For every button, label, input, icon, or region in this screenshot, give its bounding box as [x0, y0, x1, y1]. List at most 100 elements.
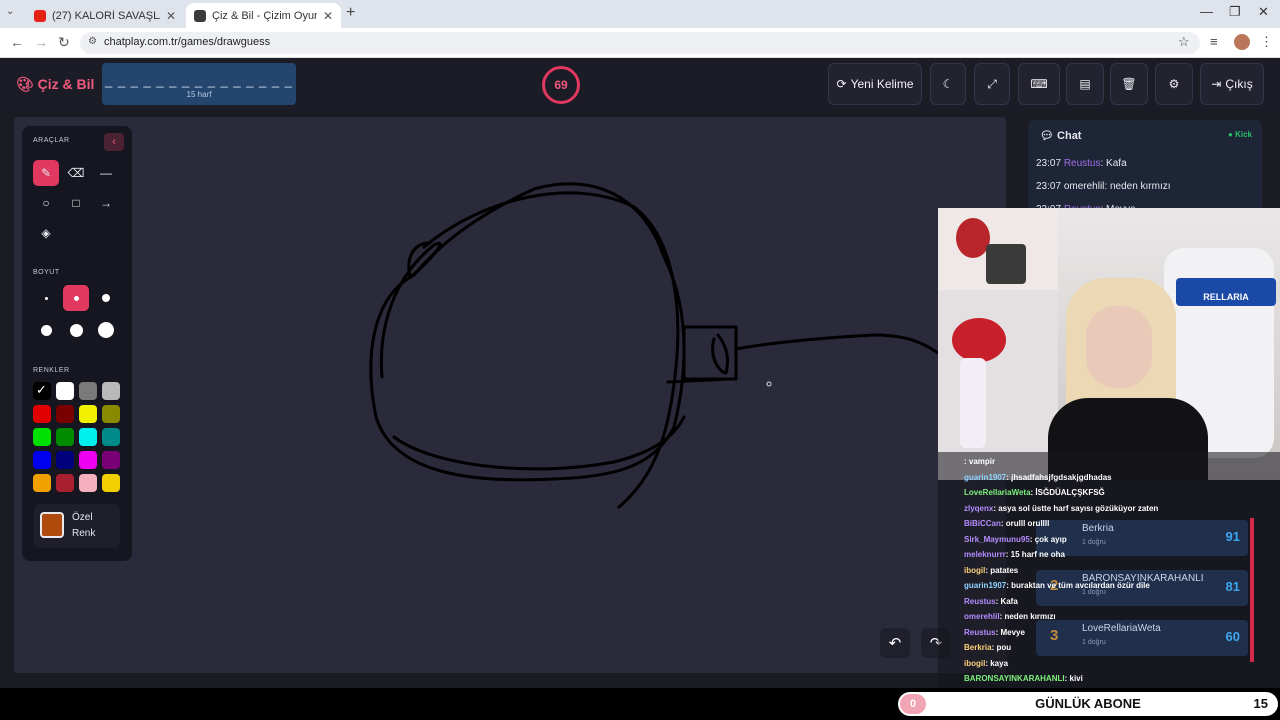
- back-icon[interactable]: ←: [10, 34, 24, 50]
- leaderboard-row: 3 LoveRellariaWeta 1 doğru 60: [1036, 620, 1248, 656]
- drawing-strokes: [369, 182, 946, 509]
- color-swatch[interactable]: [102, 451, 120, 469]
- close-tab-icon[interactable]: ✕: [323, 9, 333, 23]
- size-xl[interactable]: [63, 317, 89, 343]
- archive-button[interactable]: ▤: [1066, 63, 1104, 105]
- check-icon: ✓: [36, 382, 47, 397]
- size-xs[interactable]: [33, 285, 59, 311]
- url-field[interactable]: ⚙ chatplay.com.tr/games/drawguess: [80, 32, 1200, 54]
- fullscreen-button[interactable]: ⤢: [974, 63, 1010, 105]
- color-swatch[interactable]: [33, 474, 51, 492]
- color-swatch[interactable]: [102, 382, 120, 400]
- gear-icon: ⚙: [1168, 77, 1180, 91]
- browser-menu-icon[interactable]: ⋮: [1260, 34, 1273, 50]
- rectangle-tool[interactable]: □: [63, 190, 89, 216]
- moon-icon: ☾: [942, 77, 954, 91]
- tab-drawguess[interactable]: Çiz & Bil - Çizim Oyunu ✕: [186, 3, 341, 28]
- app-logo: 🎨︎ Çiz & Bil: [16, 76, 95, 92]
- undo-button[interactable]: ↶: [880, 628, 910, 658]
- dark-mode-button[interactable]: ☾: [930, 63, 966, 105]
- reload-icon[interactable]: ↻: [58, 34, 70, 51]
- close-window-button[interactable]: ✕: [1258, 4, 1269, 20]
- colors-heading: RENKLER: [33, 367, 70, 374]
- new-word-button[interactable]: ⟳ Yeni Kelime: [828, 63, 922, 105]
- paint-bucket-icon: ◈: [41, 226, 51, 240]
- eraser-tool[interactable]: ⌫: [63, 160, 89, 186]
- color-swatch[interactable]: [33, 405, 51, 423]
- tab-title: (27) KALORİ SAVAŞLARI! - YouTube: [52, 9, 160, 22]
- color-swatch[interactable]: [56, 382, 74, 400]
- site-info-icon[interactable]: ⚙: [88, 36, 97, 47]
- size-xxl[interactable]: [93, 317, 119, 343]
- size-sm[interactable]: [63, 285, 89, 311]
- forward-icon[interactable]: →: [34, 34, 48, 50]
- eraser-icon: ⌫: [67, 166, 85, 180]
- overlay-chat-message: LoveRellariaWeta: İSĞDÜALÇŞKFSĞ: [964, 488, 1105, 497]
- tab-search-icon[interactable]: ⌄: [6, 6, 14, 17]
- profile-avatar[interactable]: [1234, 34, 1250, 50]
- arrow-tool[interactable]: →: [93, 190, 119, 216]
- tab-youtube[interactable]: (27) KALORİ SAVAŞLARI! - YouTube ✕: [26, 3, 184, 28]
- speaker: [986, 244, 1026, 284]
- overlay-chat-message: Reustus: Mevye: [964, 627, 1025, 637]
- square-icon: □: [72, 196, 80, 210]
- overlay-chat-message: Sirk_Maymunu95: çok ayıp: [964, 534, 1067, 544]
- color-swatch[interactable]: [79, 474, 97, 492]
- color-swatch[interactable]: [56, 405, 74, 423]
- address-bar-row: ← → ↻ ⚙ chatplay.com.tr/games/drawguess …: [0, 28, 1280, 58]
- custom-color-label: Özel Renk: [72, 512, 96, 539]
- drawing-canvas[interactable]: [14, 117, 1006, 673]
- bookmark-star-icon[interactable]: ☆: [1178, 34, 1190, 50]
- close-tab-icon[interactable]: ✕: [166, 9, 176, 23]
- size-md[interactable]: [93, 285, 119, 311]
- chat-title: 💬︎ Chat: [1040, 130, 1082, 142]
- overlay-chat-message: guarin1907: buraktan ve tüm avcılardan ö…: [964, 581, 1150, 590]
- new-tab-button[interactable]: +: [346, 4, 355, 22]
- streamer-face: [1086, 306, 1152, 388]
- subs-goal: 15: [1253, 696, 1268, 711]
- exit-button[interactable]: ⇥ Çıkış: [1200, 63, 1264, 105]
- minimize-button[interactable]: —: [1200, 4, 1213, 19]
- gamepad-favicon-icon: [194, 9, 206, 22]
- trash-icon: 🗑︎: [1121, 77, 1137, 91]
- overlay-chat-message: zlyqenx: asya sol üstte harf sayısı gözü…: [964, 503, 1159, 513]
- word-dashes: _ _ _ _ _ _ _ _ _ _ _ _ _ _ _: [104, 73, 293, 88]
- tab-title: Çiz & Bil - Çizim Oyunu: [212, 9, 317, 22]
- maximize-button[interactable]: ❐: [1229, 4, 1241, 20]
- circle-tool[interactable]: ○: [33, 190, 59, 216]
- color-swatch[interactable]: ✓: [33, 382, 51, 400]
- size-lg[interactable]: [33, 317, 59, 343]
- color-swatch[interactable]: [79, 428, 97, 446]
- word-hint-box: _ _ _ _ _ _ _ _ _ _ _ _ _ _ _ 15 harf: [102, 63, 296, 105]
- chat-message: 23:07 omerehlil: neden kırmızı: [1036, 181, 1171, 192]
- color-swatch[interactable]: [56, 451, 74, 469]
- settings-button[interactable]: ⚙: [1155, 63, 1193, 105]
- color-swatch[interactable]: [56, 428, 74, 446]
- overlay-chat-message: : vampir: [964, 457, 996, 466]
- color-swatch[interactable]: [102, 474, 120, 492]
- clear-canvas-button[interactable]: 🗑︎: [1110, 63, 1148, 105]
- sponsor-logo: RELLARIA: [1176, 278, 1276, 306]
- color-swatch[interactable]: [79, 382, 97, 400]
- collapse-panel-button[interactable]: ‹: [104, 133, 124, 151]
- media-control-icon[interactable]: ≡: [1210, 34, 1218, 49]
- overlay-chat-message: guarin1907: jhsadfahsjfgdsakjgdhadas: [964, 472, 1112, 482]
- color-swatch[interactable]: [102, 405, 120, 423]
- line-tool[interactable]: —: [93, 160, 119, 186]
- brush-tool[interactable]: ✎: [33, 160, 59, 186]
- overlay-chat-message: ibogil: kaya: [964, 658, 1009, 668]
- color-swatch[interactable]: [33, 451, 51, 469]
- color-swatch[interactable]: [79, 405, 97, 423]
- url-text: chatplay.com.tr/games/drawguess: [104, 36, 271, 48]
- flowers: [956, 218, 990, 258]
- color-swatch[interactable]: [33, 428, 51, 446]
- color-swatch[interactable]: [102, 428, 120, 446]
- keyboard-button[interactable]: ⌨: [1018, 63, 1060, 105]
- color-swatch[interactable]: [56, 474, 74, 492]
- fill-tool[interactable]: ◈: [33, 220, 59, 246]
- color-swatch[interactable]: [79, 451, 97, 469]
- custom-color-chip: [40, 512, 64, 538]
- overlay-chat-message: omerehlil: neden kırmızı: [964, 612, 1056, 621]
- custom-color-button[interactable]: Özel Renk: [34, 504, 120, 548]
- keyboard-icon: ⌨: [1030, 77, 1048, 91]
